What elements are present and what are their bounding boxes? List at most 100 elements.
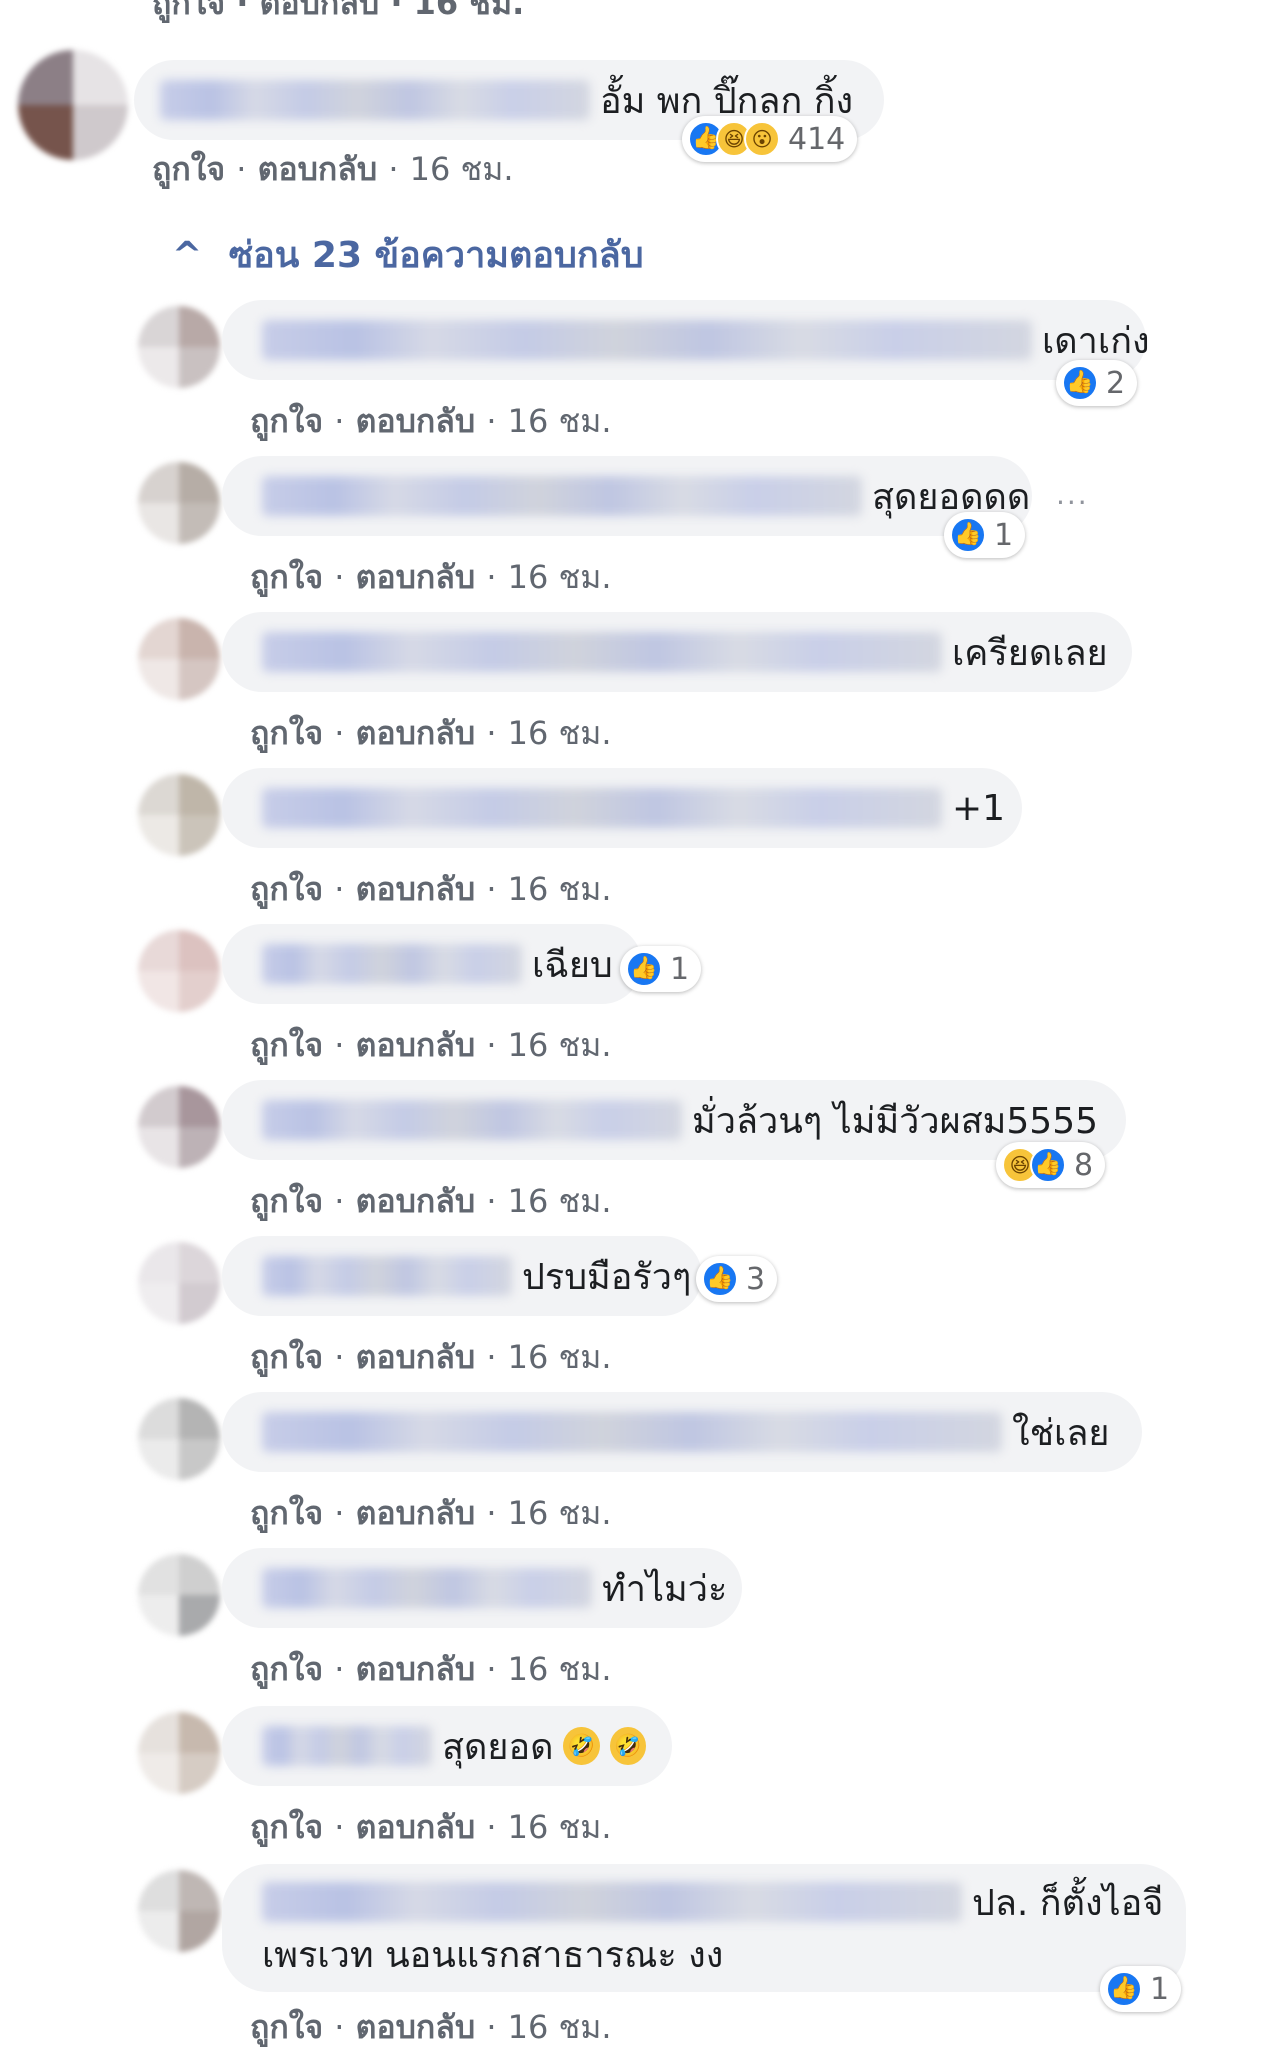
reply-link[interactable]: ตอบกลับ <box>356 1808 476 1846</box>
author-name[interactable] <box>262 1882 962 1922</box>
reaction-summary[interactable]: 👍 3 <box>696 1256 778 1302</box>
comment-bubble: เดาเก่ง <box>222 300 1150 380</box>
avatar[interactable] <box>138 1870 220 1952</box>
author-name[interactable] <box>262 1568 592 1608</box>
timestamp[interactable]: 16 ชม. <box>508 558 612 596</box>
timestamp[interactable]: 16 ชม. <box>508 1494 612 1532</box>
previous-comment-actions[interactable]: ถูกใจ · ตอบกลับ · 16 ชม. <box>152 0 524 29</box>
comment-bubble: เครียดเลย <box>222 612 1132 692</box>
avatar[interactable] <box>138 618 220 700</box>
reply-link[interactable]: ตอบกลับ <box>356 558 476 596</box>
separator: · <box>486 1026 497 1064</box>
avatar[interactable] <box>138 774 220 856</box>
reply-link[interactable]: ตอบกลับ <box>356 1494 476 1532</box>
timestamp[interactable]: 16 ชม. <box>508 714 612 752</box>
timestamp[interactable]: 16 ชม. <box>508 870 612 908</box>
comments-thread: ถูกใจ · ตอบกลับ · 16 ชม. อั้ม พก ปิ๊กลก … <box>0 0 1280 2046</box>
reply-link[interactable]: ตอบกลับ <box>356 714 476 752</box>
rofl-emoji: 🤣 <box>563 1727 600 1765</box>
author-name[interactable] <box>262 320 1032 360</box>
timestamp[interactable]: 16 ชม. <box>508 1338 612 1376</box>
like-link[interactable]: ถูกใจ <box>250 1494 323 1532</box>
separator: · <box>486 1650 497 1688</box>
comment-actions: ถูกใจ · ตอบกลับ · 16 ชม. <box>250 2002 612 2053</box>
author-name[interactable] <box>160 80 590 120</box>
author-name[interactable] <box>262 944 522 984</box>
like-icon: 👍 <box>1106 1971 1142 2007</box>
comment-text: +1 <box>952 787 1006 829</box>
reply-link[interactable]: ตอบกลับ <box>356 1182 476 1220</box>
separator: · <box>236 150 247 188</box>
comment-actions: ถูกใจ · ตอบกลับ · 16 ชม. <box>152 144 514 195</box>
like-link[interactable]: ถูกใจ <box>250 1338 323 1376</box>
like-link[interactable]: ถูกใจ <box>250 402 323 440</box>
timestamp[interactable]: 16 ชม. <box>508 2008 612 2046</box>
comment-actions: ถูกใจ · ตอบกลับ · 16 ชม. <box>250 708 612 759</box>
separator: · <box>486 1494 497 1532</box>
like-icon: 👍 <box>702 1261 738 1297</box>
timestamp[interactable]: 16 ชม. <box>508 1808 612 1846</box>
reply-link[interactable]: ตอบกลับ <box>356 1650 476 1688</box>
timestamp[interactable]: 16 ชม. <box>508 1182 612 1220</box>
timestamp[interactable]: 16 ชม. <box>508 402 612 440</box>
reaction-summary[interactable]: 👍 1 <box>944 512 1026 558</box>
like-link[interactable]: ถูกใจ <box>250 1808 323 1846</box>
reply-link[interactable]: ตอบกลับ <box>356 402 476 440</box>
like-link[interactable]: ถูกใจ <box>250 558 323 596</box>
separator: · <box>486 402 497 440</box>
author-name[interactable] <box>262 632 942 672</box>
avatar[interactable] <box>138 1554 220 1636</box>
separator: · <box>486 870 497 908</box>
separator: · <box>334 1338 345 1376</box>
author-name[interactable] <box>262 1100 682 1140</box>
like-link[interactable]: ถูกใจ <box>152 150 225 188</box>
like-link[interactable]: ถูกใจ <box>250 1650 323 1688</box>
comment-bubble: มั่วล้วนๆ ไม่มีวัวผสม5555 <box>222 1080 1126 1160</box>
separator: · <box>486 1182 497 1220</box>
more-options-icon[interactable]: ... <box>1056 478 1089 511</box>
like-link[interactable]: ถูกใจ <box>250 714 323 752</box>
reaction-summary[interactable]: 😆 👍 8 <box>996 1142 1106 1188</box>
reply-link[interactable]: ตอบกลับ <box>258 150 378 188</box>
reaction-summary[interactable]: 👍 2 <box>1056 360 1138 406</box>
hide-replies-link[interactable]: ^ ซ่อน 23 ข้อความตอบกลับ <box>172 226 644 283</box>
avatar[interactable] <box>138 930 220 1012</box>
reply-link[interactable]: ตอบกลับ <box>356 1338 476 1376</box>
reply-link[interactable]: ตอบกลับ <box>356 870 476 908</box>
author-name[interactable] <box>262 788 942 828</box>
avatar[interactable] <box>18 50 128 160</box>
author-name[interactable] <box>262 1412 1002 1452</box>
avatar[interactable] <box>138 1398 220 1480</box>
like-link[interactable]: ถูกใจ <box>250 1182 323 1220</box>
avatar[interactable] <box>138 1086 220 1168</box>
separator: · <box>388 150 399 188</box>
avatar[interactable] <box>138 462 220 544</box>
reaction-summary[interactable]: 👍 1 <box>1100 1966 1182 2012</box>
author-name[interactable] <box>262 1726 432 1766</box>
reaction-summary[interactable]: 👍 😆 😮 414 <box>682 116 858 162</box>
separator: · <box>486 1808 497 1846</box>
author-name[interactable] <box>262 476 862 516</box>
reaction-summary[interactable]: 👍 1 <box>620 946 702 992</box>
like-icon: 👍 <box>1062 365 1098 401</box>
avatar[interactable] <box>138 1712 220 1794</box>
wow-icon: 😮 <box>744 121 780 157</box>
like-link[interactable]: ถูกใจ <box>250 870 323 908</box>
avatar[interactable] <box>138 1242 220 1324</box>
comment-bubble: ใช่เลย <box>222 1392 1142 1472</box>
like-link[interactable]: ถูกใจ <box>250 2008 323 2046</box>
author-name[interactable] <box>262 1256 512 1296</box>
like-icon: 👍 <box>950 517 986 553</box>
timestamp[interactable]: 16 ชม. <box>410 150 514 188</box>
comment-text: เครียดเลย <box>952 632 1108 674</box>
comment-bubble: ปรบมือรัวๆ <box>222 1236 702 1316</box>
comment-actions: ถูกใจ · ตอบกลับ · 16 ชม. <box>250 552 612 603</box>
like-link[interactable]: ถูกใจ <box>250 1026 323 1064</box>
separator: · <box>486 1338 497 1376</box>
timestamp[interactable]: 16 ชม. <box>508 1650 612 1688</box>
comment-line: ปล. ก็ตั้งไอจี <box>262 1876 1163 1928</box>
reply-link[interactable]: ตอบกลับ <box>356 1026 476 1064</box>
timestamp[interactable]: 16 ชม. <box>508 1026 612 1064</box>
avatar[interactable] <box>138 306 220 388</box>
reply-link[interactable]: ตอบกลับ <box>356 2008 476 2046</box>
